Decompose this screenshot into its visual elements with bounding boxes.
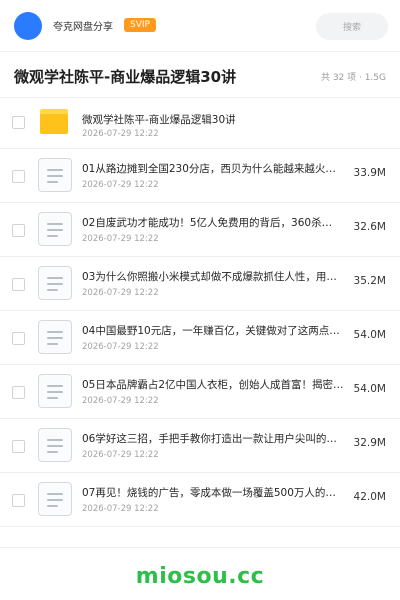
list-item[interactable]: 微观学社陈平-商业爆品逻辑30讲 2026-07-29 12:22 (0, 98, 400, 149)
file-size: 54.0M (353, 383, 386, 395)
document-icon (38, 374, 72, 408)
page-title: 微观学社陈平-商业爆品逻辑30讲 (14, 68, 237, 86)
file-date: 2026-07-29 12:22 (82, 180, 159, 190)
file-name[interactable]: 02自废武功才能成功！5亿人免费用的背后，360杀… (82, 215, 347, 230)
share-header: 夸克网盘分享 SVIP 搜索 (0, 0, 400, 52)
share-name[interactable]: 夸克网盘分享 (53, 18, 113, 33)
document-icon (38, 158, 72, 192)
file-date: 2026-07-29 12:22 (82, 450, 159, 460)
list-item[interactable]: 06学好这三招，手把手教你打造出一款让用户尖叫的爆… 2026-07-29 12… (0, 419, 400, 473)
row-checkbox[interactable] (12, 332, 25, 345)
file-date: 2026-07-29 12:22 (82, 396, 159, 406)
file-size: 54.0M (353, 329, 386, 341)
file-size: 33.9M (353, 167, 386, 179)
list-item[interactable]: 01从路边摊到全国230分店，西贝为什么能越来越火… 2026-07-29 12… (0, 149, 400, 203)
file-date: 2026-07-29 12:22 (82, 129, 159, 139)
list-item[interactable]: 03为什么你照搬小米模式却做不成爆款抓住人性，用户… 2026-07-29 12… (0, 257, 400, 311)
file-size: 35.2M (353, 275, 386, 287)
svip-badge: SVIP (124, 18, 156, 32)
file-list: 微观学社陈平-商业爆品逻辑30讲 2026-07-29 12:22 01从路边摊… (0, 98, 400, 527)
row-checkbox[interactable] (12, 116, 25, 129)
file-name[interactable]: 04中国最野10元店，一年赚百亿，关键做对了这两点… (82, 323, 347, 338)
watermark: miosou.cc (135, 564, 265, 589)
file-date: 2026-07-29 12:22 (82, 342, 159, 352)
document-icon (38, 212, 72, 246)
file-name[interactable]: 07再见！烧钱的广告，零成本做一场覆盖500万人的… (82, 485, 347, 500)
row-checkbox[interactable] (12, 224, 25, 237)
file-date: 2026-07-29 12:22 (82, 234, 159, 244)
list-item[interactable]: 04中国最野10元店，一年赚百亿，关键做对了这两点… 2026-07-29 12… (0, 311, 400, 365)
row-checkbox[interactable] (12, 170, 25, 183)
document-icon (38, 482, 72, 516)
list-item[interactable]: 07再见！烧钱的广告，零成本做一场覆盖500万人的… 2026-07-29 12… (0, 473, 400, 527)
file-name[interactable]: 05日本品牌霸占2亿中国人衣柜，创始人成首富！揭密… (82, 377, 347, 392)
row-checkbox[interactable] (12, 386, 25, 399)
folder-meta: 共 32 项 · 1.5G (320, 73, 386, 83)
file-size: 32.6M (353, 221, 386, 233)
file-name[interactable]: 01从路边摊到全国230分店，西贝为什么能越来越火… (82, 161, 347, 176)
folder-icon (40, 109, 68, 134)
file-name[interactable]: 06学好这三招，手把手教你打造出一款让用户尖叫的爆… (82, 431, 347, 446)
file-size: 32.9M (353, 437, 386, 449)
footer-divider (0, 547, 400, 548)
row-checkbox[interactable] (12, 440, 25, 453)
file-date: 2026-07-29 12:22 (82, 504, 159, 514)
document-icon (38, 266, 72, 300)
file-size: 42.0M (353, 491, 386, 503)
list-item[interactable]: 05日本品牌霸占2亿中国人衣柜，创始人成首富！揭密… 2026-07-29 12… (0, 365, 400, 419)
list-item[interactable]: 02自废武功才能成功！5亿人免费用的背后，360杀… 2026-07-29 12… (0, 203, 400, 257)
file-date: 2026-07-29 12:22 (82, 288, 159, 298)
search-input[interactable]: 搜索 (316, 13, 388, 40)
document-icon (38, 428, 72, 462)
row-checkbox[interactable] (12, 278, 25, 291)
document-icon (38, 320, 72, 354)
file-name[interactable]: 03为什么你照搬小米模式却做不成爆款抓住人性，用户… (82, 269, 347, 284)
row-checkbox[interactable] (12, 494, 25, 507)
file-name[interactable]: 微观学社陈平-商业爆品逻辑30讲 (82, 112, 347, 127)
avatar[interactable] (14, 12, 42, 40)
folder-title-bar: 微观学社陈平-商业爆品逻辑30讲 共 32 项 · 1.5G (0, 52, 400, 98)
